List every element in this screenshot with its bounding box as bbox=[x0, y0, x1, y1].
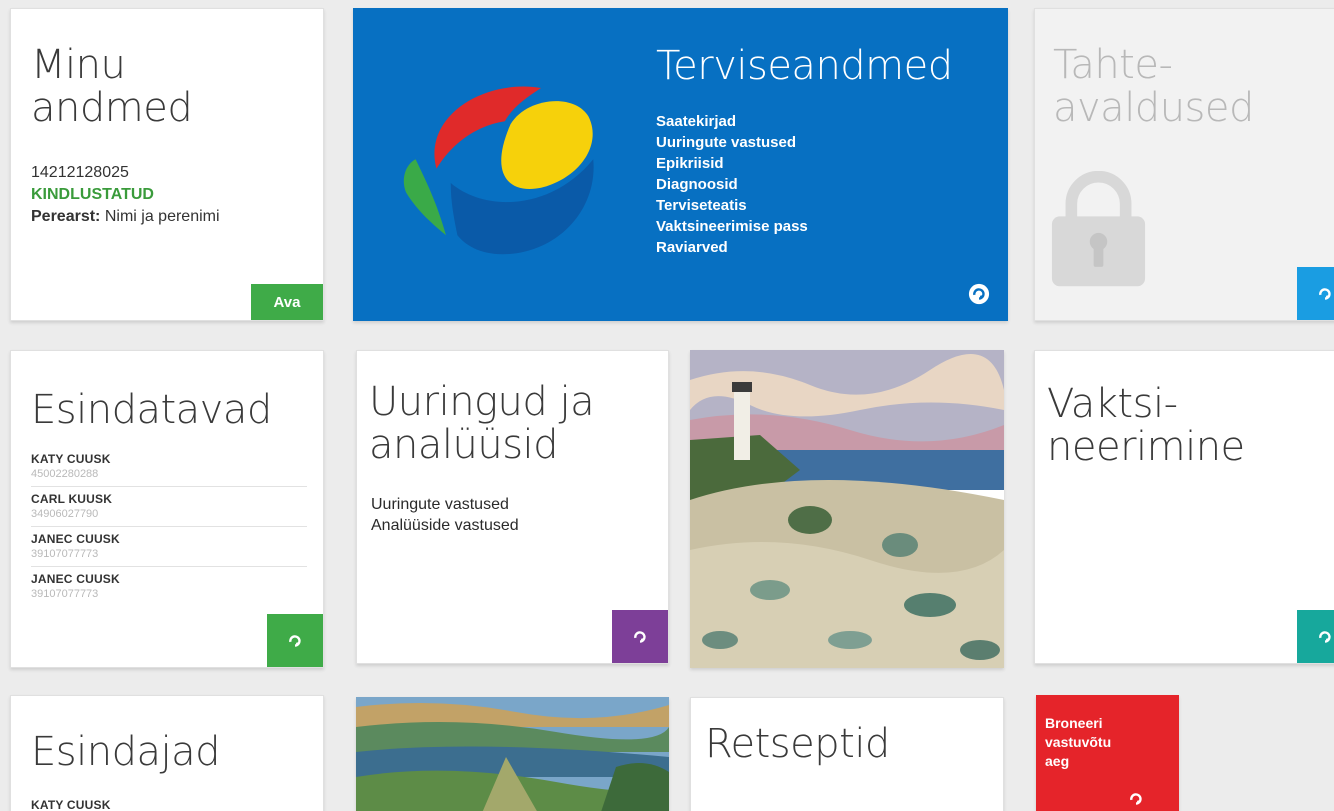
list-item[interactable]: JANEC CUUSK 39107077773 bbox=[31, 527, 307, 567]
tile-retseptid[interactable]: Retseptid bbox=[690, 697, 1004, 811]
represented-list: KATY CUUSK 45002280288 CARL KUUSK 349060… bbox=[31, 447, 307, 606]
tile-title: Vaktsi- neerimine bbox=[1047, 381, 1245, 470]
terviseandmed-links: Saatekirjad Uuringute vastused Epikriisi… bbox=[656, 111, 808, 258]
painting-image bbox=[690, 350, 1004, 668]
person-code: 45002280288 bbox=[31, 468, 99, 480]
link-vaktsineerimise-pass[interactable]: Vaktsineerimise pass bbox=[656, 216, 808, 237]
open-button-label: Ava bbox=[273, 293, 301, 311]
tile-title: Retseptid bbox=[705, 721, 890, 767]
family-doctor: Perearst: Nimi ja perenimi bbox=[31, 208, 220, 226]
tile-terviseandmed[interactable]: Terviseandmed Saatekirjad Uuringute vast… bbox=[353, 8, 1008, 321]
link-raviarved[interactable]: Raviarved bbox=[656, 237, 808, 258]
painting-landscape bbox=[356, 697, 669, 811]
person-code: 39107077773 bbox=[31, 588, 99, 600]
refresh-icon bbox=[1130, 793, 1142, 805]
link-epikriisid[interactable]: Epikriisid bbox=[656, 153, 808, 174]
link-saatekirjad[interactable]: Saatekirjad bbox=[656, 111, 808, 132]
painting-lighthouse bbox=[690, 350, 1004, 668]
tile-vaktsineerimine[interactable]: Vaktsi- neerimine bbox=[1034, 350, 1334, 664]
person-name: KATY CUUSK bbox=[31, 452, 111, 466]
list-item[interactable]: KATY CUUSK 45002280288 bbox=[31, 447, 307, 487]
link-uuringute-vastused[interactable]: Uuringute vastused bbox=[656, 132, 808, 153]
tile-title: Esindajad bbox=[31, 729, 221, 775]
refresh-button[interactable] bbox=[1125, 788, 1151, 811]
tile-esindatavad[interactable]: Esindatavad KATY CUUSK 45002280288 CARL … bbox=[10, 350, 324, 668]
tile-tahteavaldused[interactable]: Tahte- avaldused bbox=[1034, 8, 1334, 321]
book-appointment-label: Broneeri vastuvõtu aeg bbox=[1045, 715, 1112, 769]
refresh-icon bbox=[1319, 630, 1331, 643]
tile-minu-andmed[interactable]: Minu andmed 14212128025 KINDLUSTATUD Per… bbox=[10, 8, 324, 321]
family-doctor-label: Perearst: bbox=[31, 208, 101, 225]
refresh-icon bbox=[634, 630, 646, 643]
link-analuuside-vastused[interactable]: Analüüside vastused bbox=[371, 515, 519, 536]
list-item[interactable]: JANEC CUUSK 39107077773 bbox=[31, 567, 307, 606]
refresh-icon bbox=[1319, 287, 1331, 300]
tile-uuringud[interactable]: Uuringud ja analüüsid Uuringute vastused… bbox=[356, 350, 669, 664]
refresh-button[interactable] bbox=[951, 267, 1007, 320]
tile-broneeri[interactable]: Broneeri vastuvõtu aeg bbox=[1036, 695, 1179, 811]
refresh-button[interactable] bbox=[1297, 610, 1334, 663]
person-name: KATY CUUSK bbox=[31, 798, 111, 811]
lock-icon bbox=[1051, 171, 1146, 287]
person-code: 39107077773 bbox=[31, 548, 99, 560]
tile-title: Minu andmed bbox=[31, 42, 193, 131]
list-item[interactable]: CARL KUUSK 34906027790 bbox=[31, 487, 307, 527]
family-doctor-value: Nimi ja perenimi bbox=[104, 208, 220, 225]
person-name: CARL KUUSK bbox=[31, 492, 113, 506]
link-terviseteatis[interactable]: Terviseteatis bbox=[656, 195, 808, 216]
person-name: JANEC CUUSK bbox=[31, 532, 120, 546]
link-diagnoosid[interactable]: Diagnoosid bbox=[656, 174, 808, 195]
open-button[interactable]: Ava bbox=[251, 284, 323, 320]
refresh-icon bbox=[289, 634, 301, 647]
refresh-button[interactable] bbox=[612, 610, 668, 663]
id-code: 14212128025 bbox=[31, 164, 129, 181]
refresh-button[interactable] bbox=[267, 614, 323, 667]
tile-esindajad[interactable]: Esindajad KATY CUUSK bbox=[10, 695, 324, 811]
tile-title: Uuringud ja analüüsid bbox=[369, 379, 595, 468]
link-uuringute-vastused[interactable]: Uuringute vastused bbox=[371, 494, 519, 515]
person-name: JANEC CUUSK bbox=[31, 572, 120, 586]
person-code: 34906027790 bbox=[31, 508, 99, 520]
refresh-icon bbox=[968, 283, 990, 304]
insurance-status: KINDLUSTATUD bbox=[31, 186, 154, 203]
refresh-button[interactable] bbox=[1297, 267, 1334, 320]
tile-title: Terviseandmed bbox=[656, 43, 953, 89]
painting-image bbox=[356, 697, 669, 811]
health-logo-icon bbox=[403, 86, 594, 255]
tile-title: Tahte- avaldused bbox=[1053, 42, 1254, 131]
tile-title: Esindatavad bbox=[31, 387, 272, 433]
uuringud-links: Uuringute vastused Analüüside vastused bbox=[371, 494, 519, 536]
